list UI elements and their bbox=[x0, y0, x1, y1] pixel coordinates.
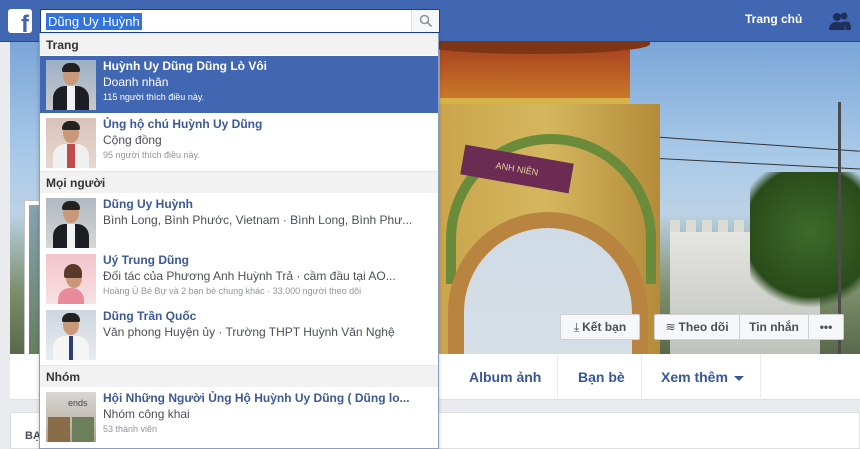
friend-requests-icon[interactable] bbox=[828, 11, 852, 31]
person-thumbnail bbox=[46, 254, 96, 304]
group-thumbnail: ends bbox=[46, 392, 96, 442]
add-friend-button[interactable]: ⤓ Kết bạn bbox=[560, 314, 640, 340]
result-meta: Hoàng Ú Bé Bự và 2 bạn bè chung khác · 3… bbox=[103, 286, 362, 296]
result-subtitle: Cộng đồng bbox=[103, 133, 162, 147]
chevron-down-icon bbox=[733, 375, 744, 381]
result-subtitle: Bình Long, Bình Phước, Vietnam · Bình Lo… bbox=[103, 213, 413, 227]
result-name: Dũng Trần Quốc bbox=[103, 309, 197, 323]
result-name: Huỳnh Uy Dũng Dũng Lò Vôi bbox=[103, 59, 267, 73]
search-box[interactable]: Dũng Uy Huỳnh bbox=[40, 9, 440, 33]
result-subtitle: Văn phong Huyện ủy · Trường THPT Huỳnh V… bbox=[103, 325, 395, 339]
person-thumbnail bbox=[46, 310, 96, 360]
result-subtitle: Doanh nhân bbox=[103, 75, 169, 89]
facebook-logo-icon[interactable]: f bbox=[8, 9, 32, 33]
search-result-page[interactable]: Huỳnh Uy Dũng Dũng Lò Vôi Doanh nhân 115… bbox=[40, 55, 438, 113]
result-subtitle: Nhóm công khai bbox=[103, 407, 190, 421]
tab-albums[interactable]: Album ảnh bbox=[453, 354, 559, 400]
message-button[interactable]: Tin nhắn bbox=[739, 314, 809, 340]
add-friend-icon: ⤓ bbox=[573, 320, 580, 334]
search-result-person[interactable]: Dũng Uy Huỳnh Bình Long, Bình Phước, Vie… bbox=[40, 193, 438, 251]
person-thumbnail bbox=[46, 198, 96, 248]
search-result-person[interactable]: Uý Trung Dũng Đối tác của Phương Anh Huỳ… bbox=[40, 249, 438, 307]
result-meta: 53 thành viên bbox=[103, 424, 158, 434]
search-result-group[interactable]: ends Hội Những Người Ủng Hộ Huỳnh Uy Dũn… bbox=[40, 387, 438, 445]
section-header-groups: Nhóm bbox=[40, 365, 438, 387]
search-result-person[interactable]: Dũng Trần Quốc Văn phong Huyện ủy · Trườ… bbox=[40, 305, 438, 363]
home-link[interactable]: Trang chủ bbox=[745, 12, 802, 26]
search-results-dropdown: Trang Huỳnh Uy Dũng Dũng Lò Vôi Doanh nh… bbox=[39, 33, 439, 449]
search-result-page[interactable]: Ủng hộ chú Huỳnh Uy Dũng Cộng đồng 95 ng… bbox=[40, 113, 438, 171]
result-meta: 115 người thích điều này. bbox=[103, 92, 205, 102]
page-thumbnail bbox=[46, 118, 96, 168]
result-name: Hội Những Người Ủng Hộ Huỳnh Uy Dũng ( D… bbox=[103, 391, 410, 405]
result-name: Dũng Uy Huỳnh bbox=[103, 197, 193, 211]
follow-button[interactable]: ≋ Theo dõi bbox=[654, 314, 740, 340]
section-header-people: Mọi người bbox=[40, 171, 438, 193]
search-button[interactable] bbox=[411, 10, 439, 32]
rss-icon: ≋ bbox=[665, 320, 676, 334]
result-subtitle: Đối tác của Phương Anh Huỳnh Trả · cầm đ… bbox=[103, 269, 396, 283]
tab-friends[interactable]: Bạn bè bbox=[562, 354, 642, 400]
search-input-selected-text: Dũng Uy Huỳnh bbox=[46, 13, 142, 30]
more-options-button[interactable]: ••• bbox=[808, 314, 844, 340]
page-thumbnail bbox=[46, 60, 96, 110]
search-icon bbox=[419, 14, 433, 28]
result-name: Uý Trung Dũng bbox=[103, 253, 189, 267]
result-meta: 95 người thích điều này. bbox=[103, 150, 200, 160]
tab-more[interactable]: Xem thêm bbox=[645, 354, 761, 400]
group-thumbnail-text: ends bbox=[68, 398, 88, 408]
section-header-pages: Trang bbox=[40, 33, 438, 55]
result-name: Ủng hộ chú Huỳnh Uy Dũng bbox=[103, 117, 263, 131]
